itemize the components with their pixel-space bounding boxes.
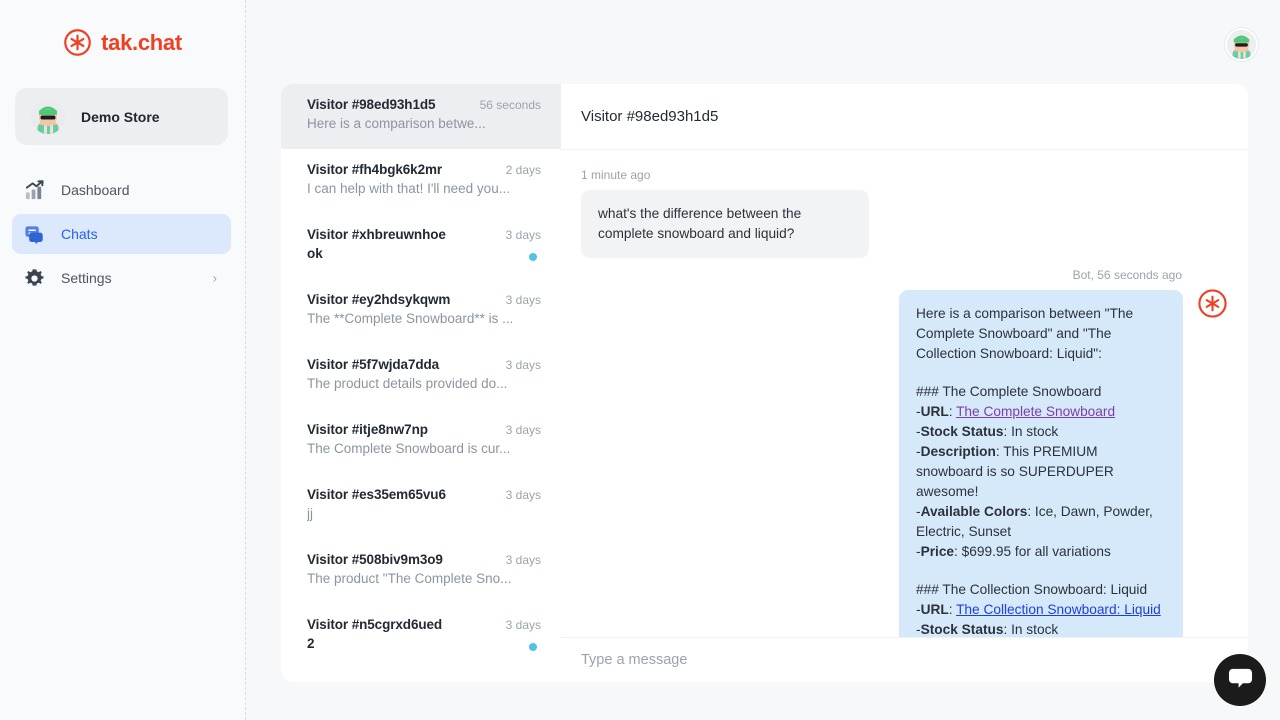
list-item-time: 3 days [506, 293, 541, 307]
list-item-visitor: Visitor #es35em65vu6 [307, 487, 446, 502]
list-item-visitor: Visitor #n5cgrxd6ued [307, 617, 442, 632]
chat-widget-button[interactable] [1214, 654, 1266, 706]
list-item-visitor: Visitor #itje8nw7np [307, 422, 428, 437]
list-item[interactable]: Visitor #n5cgrxd6ued 3 days 2 [281, 604, 561, 669]
sidebar-nav: Dashboard Chats [12, 170, 231, 302]
list-item-time: 2 days [506, 163, 541, 177]
list-item[interactable]: Visitor #ey2hdsykqwm 3 days The **Complete… [281, 279, 561, 344]
list-item[interactable]: Visitor #itje8nw7np 3 days The Complete Sn… [281, 409, 561, 474]
spacer [916, 562, 1166, 580]
bot-section-heading: ### The Complete Snowboard [916, 382, 1166, 402]
store-avatar [31, 100, 65, 134]
spacer [916, 364, 1166, 382]
chevron-right-icon: › [213, 271, 217, 286]
bot-intro: Here is a comparison between "The Comple… [916, 304, 1166, 364]
list-item-time: 56 seconds [480, 98, 541, 112]
list-item-time: 3 days [506, 553, 541, 567]
sidebar: tak.chat Demo Store [0, 0, 246, 720]
list-item[interactable]: Visitor #98ed93h1d5 56 seconds Here is a c… [281, 84, 561, 149]
list-item[interactable]: Visitor #xhbreuwnhoe 3 days ok [281, 214, 561, 279]
chat-list[interactable]: Visitor #98ed93h1d5 56 seconds Here is a c… [281, 84, 561, 682]
list-item-time: 3 days [506, 228, 541, 242]
page-title: Visitor #98ed93h1d5 [581, 108, 718, 125]
list-item[interactable]: Visitor #508biv9m3o9 3 days The product "T… [281, 539, 561, 604]
list-item-time: 3 days [506, 488, 541, 502]
product-link[interactable]: The Collection Snowboard: Liquid [956, 602, 1161, 617]
list-item-preview: Here is a comparison betwe... [307, 116, 512, 131]
list-item[interactable]: Visitor #fh4bgk6k2mr 2 days I can help wit… [281, 149, 561, 214]
unread-indicator [529, 643, 537, 651]
chart-trend-icon [24, 180, 45, 201]
asterisk-circle-icon [63, 28, 92, 57]
list-item-preview: The product "The Complete Sno... [307, 571, 512, 586]
conversation-panel: Visitor #98ed93h1d5 1 minute ago what's … [561, 84, 1248, 682]
conversation-header: Visitor #98ed93h1d5 [561, 84, 1248, 150]
list-item-preview: ok [307, 246, 512, 261]
brand-name: tak.chat [101, 30, 182, 56]
list-item-visitor: Visitor #98ed93h1d5 [307, 97, 435, 112]
bot-colors-line: -Available Colors: Ice, Dawn, Powder, El… [916, 502, 1166, 542]
bot-stock-line: -Stock Status: In stock [916, 620, 1166, 637]
chat-bubbles-icon [24, 224, 45, 245]
bot-section-heading: ### The Collection Snowboard: Liquid [916, 580, 1166, 600]
list-item-visitor: Visitor #5f7wjda7dda [307, 357, 439, 372]
message-timestamp: Bot, 56 seconds ago [581, 268, 1228, 282]
bot-price-line: -Price: $699.95 for all variations [916, 542, 1166, 562]
list-item-visitor: Visitor #ey2hdsykqwm [307, 292, 450, 307]
list-item[interactable]: Visitor #es35em65vu6 3 days jj [281, 474, 561, 539]
bot-desc-line: -Description: This PREMIUM snowboard is … [916, 442, 1166, 502]
list-item-visitor: Visitor #xhbreuwnhoe [307, 227, 446, 242]
store-name: Demo Store [81, 109, 160, 125]
sidebar-item-chats[interactable]: Chats [12, 214, 231, 254]
list-item-preview: The product details provided do... [307, 376, 512, 391]
list-item-preview: jj [307, 506, 512, 521]
sidebar-item-label: Dashboard [61, 182, 130, 198]
message-list: 1 minute ago what's the difference betwe… [561, 150, 1248, 637]
list-item-visitor: Visitor #fh4bgk6k2mr [307, 162, 442, 177]
bubble-row-bot: Here is a comparison between "The Comple… [581, 290, 1228, 637]
gear-icon [24, 268, 45, 289]
app-root: tak.chat Demo Store [0, 0, 1280, 720]
message-bubble-visitor: what's the difference between the comple… [581, 190, 869, 258]
list-item-preview: The **Complete Snowboard** is ... [307, 311, 512, 326]
bot-url-line: -URL: The Complete Snowboard [916, 402, 1166, 422]
list-item-preview: I can help with that! I'll need you... [307, 181, 512, 196]
message-composer [561, 637, 1248, 682]
list-item-time: 3 days [506, 358, 541, 372]
message-timestamp: 1 minute ago [581, 168, 1228, 182]
list-item-time: 3 days [506, 423, 541, 437]
store-selector[interactable]: Demo Store [15, 88, 228, 145]
unread-indicator [529, 253, 537, 261]
sidebar-item-dashboard[interactable]: Dashboard [12, 170, 231, 210]
bot-url-line: -URL: The Collection Snowboard: Liquid [916, 600, 1166, 620]
list-item[interactable]: Visitor #5f7wjda7dda 3 days The product de… [281, 344, 561, 409]
bot-message-group: Bot, 56 seconds ago Here is a comparison… [581, 268, 1228, 637]
list-item-preview: The Complete Snowboard is cur... [307, 441, 512, 456]
sidebar-item-label: Chats [61, 226, 98, 242]
bot-stock-line: -Stock Status: In stock [916, 422, 1166, 442]
sidebar-item-settings[interactable]: Settings › [12, 258, 231, 298]
message-input[interactable] [581, 646, 1181, 674]
list-item-visitor: Visitor #508biv9m3o9 [307, 552, 443, 567]
bubble-row-visitor: what's the difference between the comple… [581, 190, 1228, 258]
message-bubble-bot: Here is a comparison between "The Comple… [899, 290, 1183, 637]
list-item-preview: 2 [307, 636, 512, 651]
visitor-message-group: 1 minute ago what's the difference betwe… [581, 168, 1228, 258]
brand-logo[interactable]: tak.chat [0, 28, 245, 57]
asterisk-circle-icon [1197, 288, 1228, 319]
product-link[interactable]: The Complete Snowboard [956, 404, 1115, 419]
user-avatar[interactable] [1225, 28, 1258, 61]
list-item-time: 3 days [506, 618, 541, 632]
chat-bubble-icon [1228, 665, 1253, 695]
sidebar-item-label: Settings [61, 270, 112, 286]
